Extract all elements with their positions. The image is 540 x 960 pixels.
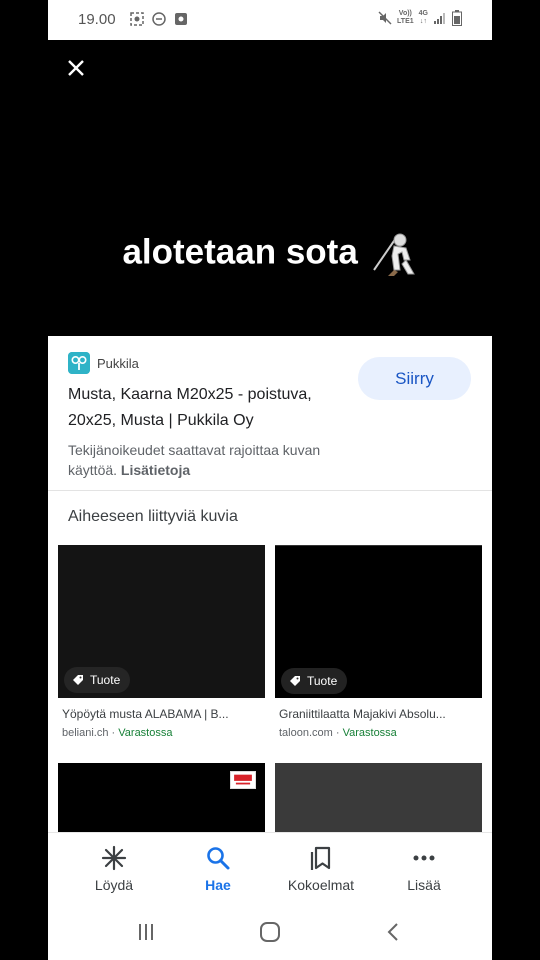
product-badge: Tuote [64, 667, 131, 693]
related-result-meta: beliani.ch · Varastossa [62, 727, 173, 739]
system-navigation-bar [48, 902, 492, 960]
tag-icon [73, 675, 83, 685]
phone-screen: 19.00 Vo)) LTE1 4G ↓↑ alotetaan sota Puk… [48, 0, 492, 960]
mute-icon [378, 11, 392, 25]
fencer-emoji-icon [372, 233, 415, 276]
back-icon[interactable] [382, 920, 406, 944]
screenshot-icon [130, 12, 144, 26]
source-name[interactable]: Pukkila [97, 356, 139, 371]
home-icon[interactable] [258, 920, 282, 944]
nav-more[interactable]: Lisää [374, 833, 474, 903]
network-type-indicator: 4G ↓↑ [418, 10, 428, 25]
bottom-navigation: Löydä Hae Kokoelmat Lisää [48, 832, 492, 902]
recent-apps-icon[interactable] [134, 920, 158, 944]
pukkila-logo-icon [68, 352, 90, 374]
image-caption: alotetaan sota [48, 230, 492, 278]
copyright-notice: Tekijänoikeudet saattavat rajoittaa kuva… [68, 440, 368, 480]
discover-asterisk-icon [101, 845, 127, 871]
status-right-icons: Vo)) LTE1 4G ↓↑ [378, 10, 462, 26]
image-info-card: Pukkila Musta, Kaarna M20x25 - poistuva,… [48, 336, 492, 491]
app-notification-icon [175, 13, 187, 25]
nav-search[interactable]: Hae [168, 833, 268, 903]
volte-indicator: Vo)) LTE1 [397, 10, 414, 25]
collections-bookmark-icon [310, 846, 331, 870]
related-result-meta: taloon.com · Varastossa [279, 727, 397, 739]
tag-icon [290, 676, 300, 686]
related-image-thumbnail[interactable]: Tuote [58, 545, 265, 698]
visit-button[interactable]: Siirry [358, 357, 471, 400]
close-icon[interactable] [62, 54, 90, 82]
mtv-logo-icon [230, 771, 256, 789]
signal-strength-icon [434, 13, 445, 24]
search-icon [207, 847, 230, 870]
related-result-title[interactable]: Yöpöytä musta ALABAMA | B... [62, 707, 262, 721]
more-dots-icon [413, 855, 435, 861]
related-image-thumbnail[interactable]: Tuote [275, 545, 482, 698]
do-not-disturb-icon [152, 12, 166, 26]
copyright-text: Tekijänoikeudet saattavat rajoittaa kuva… [68, 442, 321, 478]
status-time: 19.00 [78, 11, 116, 28]
nav-collections[interactable]: Kokoelmat [271, 833, 371, 903]
image-preview[interactable]: alotetaan sota [48, 40, 492, 336]
related-image-thumbnail[interactable] [275, 763, 482, 833]
product-badge: Tuote [281, 668, 348, 694]
learn-more-link[interactable]: Lisätietoja [121, 462, 190, 478]
image-title[interactable]: Musta, Kaarna M20x25 - poistuva, 20x25, … [68, 382, 348, 434]
battery-icon [452, 10, 462, 26]
nav-discover[interactable]: Löydä [64, 833, 164, 903]
related-images-heading: Aiheeseen liittyviä kuvia [68, 508, 238, 525]
related-result-title[interactable]: Graniittilaatta Majakivi Absolu... [279, 707, 479, 721]
status-bar: 19.00 Vo)) LTE1 4G ↓↑ [48, 0, 492, 40]
